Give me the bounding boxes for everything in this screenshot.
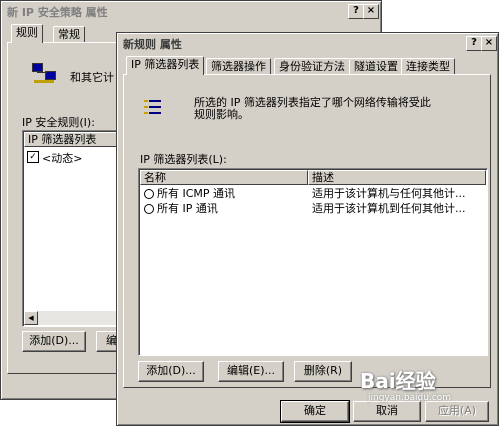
new-rule-properties-window: 新规则 属性 ? × IP 筛选器列表 筛选器操作 身份验证方法 隧道设置 连接… <box>116 32 499 426</box>
delete-filter-button[interactable]: 删除(R) <box>294 361 352 382</box>
apply-button[interactable]: 应用(A) <box>425 401 489 422</box>
baidu-watermark-url: jingyan.baidu.com <box>368 393 452 403</box>
ok-button[interactable]: 确定 <box>280 400 350 423</box>
tab-filter-action[interactable]: 筛选器操作 <box>206 58 271 75</box>
add-filter-button[interactable]: 添加(D)... <box>138 361 204 382</box>
close-button[interactable]: × <box>481 36 497 51</box>
edit-filter-button[interactable]: 编辑(E)... <box>218 361 284 382</box>
rule-item-label[interactable]: <动态> <box>42 150 82 166</box>
network-icon <box>32 63 56 85</box>
help-button[interactable]: ? <box>348 4 364 19</box>
back-window-titlebar[interactable]: 新 IP 安全策略 属性 ? × <box>3 3 379 19</box>
cancel-button[interactable]: 取消 <box>353 401 421 422</box>
tab-general[interactable]: 常规 <box>53 26 85 43</box>
front-window-title: 新规则 属性 <box>123 38 182 51</box>
rule-checkbox[interactable]: ✓ <box>27 151 39 163</box>
close-button[interactable]: × <box>363 4 379 19</box>
filter-list-label: IP 筛选器列表(L): <box>140 153 227 166</box>
add-rule-button[interactable]: 添加(D)... <box>22 331 86 352</box>
filter-list[interactable]: 名称 描述 所有 ICMP 通讯 适用于该计算机与任何其他计... 所有 IP … <box>138 168 488 356</box>
rules-list-header[interactable]: IP 筛选器列表 <box>24 132 122 147</box>
scroll-left-icon[interactable]: ◀ <box>24 311 38 325</box>
filter-row-ip[interactable]: 所有 IP 通讯 适用于该计算机到任何其他计... <box>141 201 485 216</box>
policy-description: 和其它计 <box>70 71 114 84</box>
tab-ip-filter-list[interactable]: IP 筛选器列表 <box>126 56 205 75</box>
filter-description: 所选的 IP 筛选器列表指定了哪个网络传输将受此规则影响。 <box>194 96 431 121</box>
filter-name: 所有 IP 通讯 <box>157 202 218 215</box>
help-button[interactable]: ? <box>466 36 482 51</box>
rules-horizontal-scrollbar[interactable]: ◀ <box>24 311 122 325</box>
tab-rules[interactable]: 规则 <box>11 24 43 43</box>
tab-connection-type[interactable]: 连接类型 <box>401 58 455 75</box>
front-window-titlebar[interactable]: 新规则 属性 ? × <box>119 35 497 51</box>
filter-radio-ip[interactable] <box>144 204 154 214</box>
filter-radio-icmp[interactable] <box>144 189 154 199</box>
ip-filter-list-panel: 所选的 IP 筛选器列表指定了哪个网络传输将受此规则影响。 IP 筛选器列表(L… <box>123 74 491 388</box>
column-header-description[interactable]: 描述 <box>308 170 486 185</box>
filter-desc: 适用于该计算机到任何其他计... <box>312 202 466 215</box>
baidu-watermark: Bai经验 <box>360 369 436 393</box>
tab-tunnel-settings[interactable]: 隧道设置 <box>349 58 403 75</box>
tab-auth-methods[interactable]: 身份验证方法 <box>274 58 350 75</box>
filter-desc: 适用于该计算机与任何其他计... <box>312 187 466 200</box>
filter-name: 所有 ICMP 通讯 <box>157 187 236 200</box>
rules-label: IP 安全规则(I): <box>22 116 95 129</box>
back-window-title: 新 IP 安全策略 属性 <box>7 6 108 19</box>
column-header-name[interactable]: 名称 <box>140 170 308 185</box>
filter-row-icmp[interactable]: 所有 ICMP 通讯 适用于该计算机与任何其他计... <box>141 186 485 201</box>
rules-list[interactable]: IP 筛选器列表 ✓ <动态> ◀ <box>22 130 124 327</box>
filter-list-icon <box>144 99 162 119</box>
